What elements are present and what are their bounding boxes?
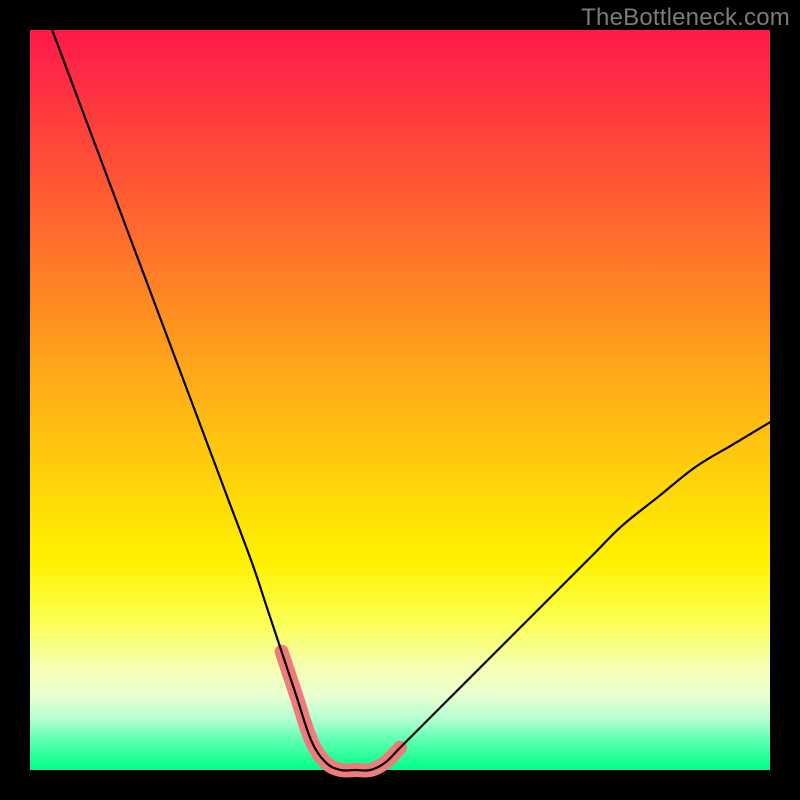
curve-layer [30,30,770,770]
valley-highlight [282,652,400,771]
plot-area [30,30,770,770]
chart-frame: TheBottleneck.com [0,0,800,800]
watermark-text: TheBottleneck.com [581,4,790,32]
bottleneck-curve [52,30,770,771]
